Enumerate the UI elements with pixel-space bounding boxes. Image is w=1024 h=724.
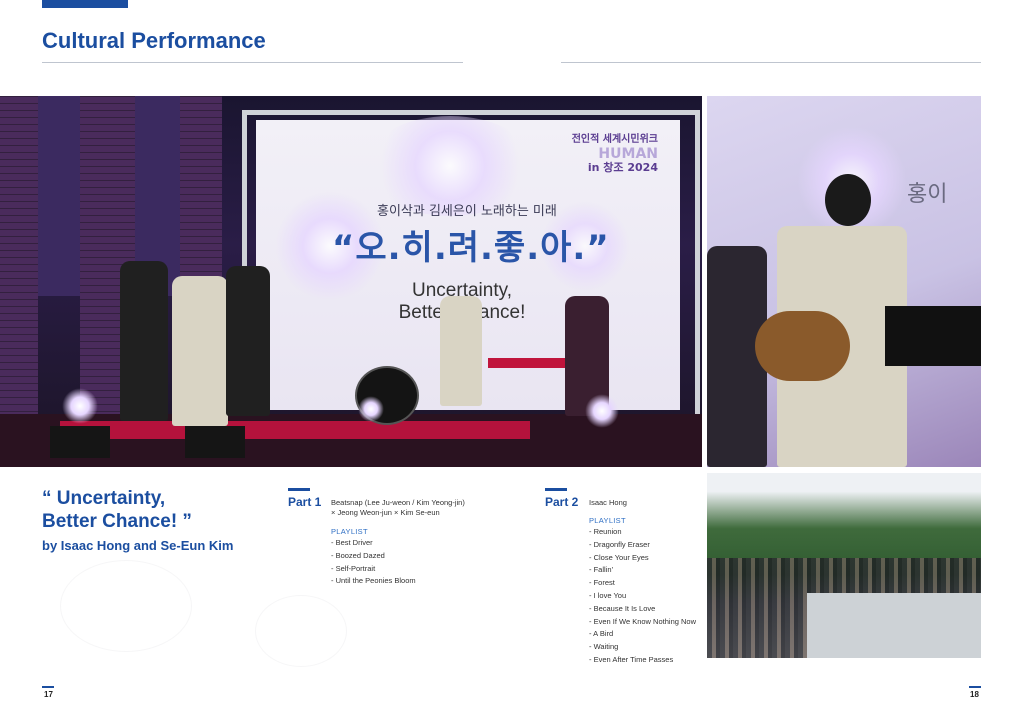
playlist-item: - A Bird bbox=[589, 629, 614, 639]
acoustic-guitar bbox=[755, 311, 850, 381]
red-rug bbox=[60, 421, 530, 439]
header-divider-right bbox=[561, 62, 981, 63]
bassist-figure bbox=[226, 266, 270, 416]
monitor-speaker bbox=[50, 426, 110, 458]
playlist-item: - Until the Peonies Bloom bbox=[331, 576, 416, 586]
part1-playlist: - Best Driver - Boozed Dazed - Self-Portra… bbox=[331, 537, 416, 588]
seated-guitarist-figure bbox=[172, 276, 228, 426]
guitarist-figure bbox=[120, 261, 168, 421]
screen-korean-subtitle: 홍이삭과 김세은이 노래하는 미래 bbox=[377, 204, 557, 219]
playlist-item: - Best Driver bbox=[331, 538, 373, 547]
page-number-bar-left bbox=[42, 686, 54, 688]
playlist-item: - Close Your Eyes bbox=[589, 552, 649, 562]
screen-korean-title: “오.히.려.좋.아.” bbox=[332, 228, 610, 268]
part2-accent-bar bbox=[545, 488, 567, 491]
window bbox=[38, 96, 80, 296]
playlist-item: - Reunion bbox=[589, 527, 622, 536]
stage-performance-photo: 전인적 세계시민위크 HUMAN in 창조 2024 홍이삭과 김세은이 노래… bbox=[0, 96, 702, 467]
singer-head bbox=[825, 174, 871, 226]
part2-playlist: - Reunion - Dragonfly Eraser - Close Your … bbox=[589, 526, 696, 667]
playlist-item: - Because It Is Love bbox=[589, 603, 656, 613]
event-logo: 전인적 세계시민위크 HUMAN in 창조 2024 bbox=[571, 134, 658, 174]
stage-light bbox=[62, 388, 98, 424]
part1-accent-bar bbox=[288, 488, 310, 491]
playlist-item: - Self-Portrait bbox=[331, 563, 376, 573]
page-title: Cultural Performance bbox=[42, 28, 266, 53]
playlist-item: - Waiting bbox=[589, 642, 619, 652]
page-number-bar-right bbox=[969, 686, 981, 688]
part1-playlist-heading: PLAYLIST bbox=[331, 527, 368, 536]
performance-title: “ Uncertainty, Better Chance! ” bbox=[42, 488, 192, 532]
header-accent-bar bbox=[42, 0, 128, 8]
stage-light bbox=[358, 396, 384, 422]
header-divider-left bbox=[42, 62, 463, 63]
music-stand bbox=[885, 306, 981, 366]
page-number-right: 18 bbox=[970, 690, 979, 699]
part2-label: Part 2 bbox=[545, 495, 579, 509]
performance-byline: by Isaac Hong and Se-Eun Kim bbox=[42, 538, 234, 553]
part2-playlist-heading: PLAYLIST bbox=[589, 516, 626, 525]
monitor-speaker bbox=[185, 426, 245, 458]
decorative-ripple bbox=[60, 560, 192, 652]
singer-closeup-photo: 홍이 bbox=[707, 96, 981, 467]
playlist-item: - Boozed Dazed bbox=[331, 550, 385, 560]
part1-artist: Beatsnap (Lee Ju-weon / Kim Yeong-jin) ×… bbox=[331, 498, 465, 517]
stage-light bbox=[585, 394, 619, 428]
playlist-item: - Forest bbox=[589, 578, 615, 588]
playlist-item: - Even After Time Passes bbox=[589, 654, 674, 664]
part2-artist: Isaac Hong bbox=[589, 498, 627, 507]
playlist-item: - Dragonfly Eraser bbox=[589, 539, 650, 549]
decorative-ripple bbox=[255, 595, 347, 667]
brick-pillar bbox=[0, 96, 38, 467]
playlist-item: - Even If We Know Nothing Now bbox=[589, 616, 696, 626]
screen-text-fragment: 홍이 bbox=[907, 182, 948, 207]
page-number-left: 17 bbox=[44, 690, 53, 699]
plaza bbox=[807, 593, 981, 658]
outdoor-crowd-photo bbox=[707, 473, 981, 658]
part1-label: Part 1 bbox=[288, 495, 322, 509]
playlist-item: - Fallin’ bbox=[589, 565, 614, 575]
drummer-figure bbox=[440, 296, 482, 406]
playlist-item: - I love You bbox=[589, 590, 627, 600]
